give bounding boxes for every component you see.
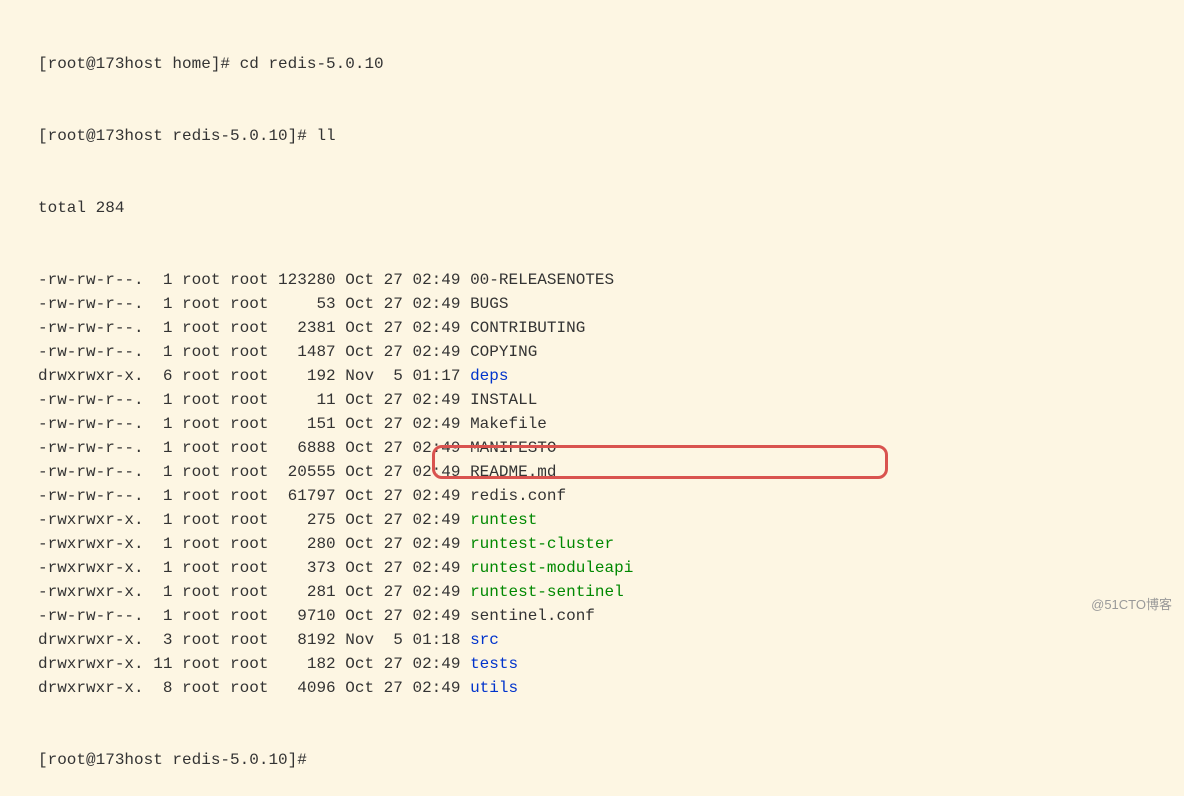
file-name: 00-RELEASENOTES: [470, 271, 614, 289]
file-name: runtest: [470, 511, 537, 529]
file-meta: drwxrwxr-x. 8 root root 4096 Oct 27 02:4…: [38, 679, 470, 697]
file-name: deps: [470, 367, 508, 385]
file-name: Makefile: [470, 415, 547, 433]
file-meta: -rw-rw-r--. 1 root root 53 Oct 27 02:49: [38, 295, 470, 313]
prompt-end: [root@173host redis-5.0.10]#: [38, 748, 1184, 772]
file-meta: -rw-rw-r--. 1 root root 151 Oct 27 02:49: [38, 415, 470, 433]
file-name: MANIFESTO: [470, 439, 556, 457]
file-row: -rw-rw-r--. 1 root root 6888 Oct 27 02:4…: [38, 436, 1184, 460]
file-row: drwxrwxr-x. 3 root root 8192 Nov 5 01:18…: [38, 628, 1184, 652]
file-name: COPYING: [470, 343, 537, 361]
file-name: BUGS: [470, 295, 508, 313]
terminal-output[interactable]: [root@173host home]# cd redis-5.0.10 [ro…: [0, 4, 1184, 796]
file-meta: -rw-rw-r--. 1 root root 61797 Oct 27 02:…: [38, 487, 470, 505]
file-name: utils: [470, 679, 518, 697]
prompt-cd: [root@173host home]# cd redis-5.0.10: [38, 52, 1184, 76]
file-meta: -rwxrwxr-x. 1 root root 280 Oct 27 02:49: [38, 535, 470, 553]
file-name: redis.conf: [470, 487, 566, 505]
file-meta: drwxrwxr-x. 6 root root 192 Nov 5 01:17: [38, 367, 470, 385]
file-row: drwxrwxr-x. 11 root root 182 Oct 27 02:4…: [38, 652, 1184, 676]
file-meta: -rwxrwxr-x. 1 root root 373 Oct 27 02:49: [38, 559, 470, 577]
file-name: runtest-moduleapi: [470, 559, 633, 577]
file-meta: -rwxrwxr-x. 1 root root 275 Oct 27 02:49: [38, 511, 470, 529]
file-meta: -rw-rw-r--. 1 root root 11 Oct 27 02:49: [38, 391, 470, 409]
prompt-ll: [root@173host redis-5.0.10]# ll: [38, 124, 1184, 148]
file-meta: -rwxrwxr-x. 1 root root 281 Oct 27 02:49: [38, 583, 470, 601]
file-row: drwxrwxr-x. 8 root root 4096 Oct 27 02:4…: [38, 676, 1184, 700]
file-meta: -rw-rw-r--. 1 root root 20555 Oct 27 02:…: [38, 463, 470, 481]
file-name: tests: [470, 655, 518, 673]
file-row: -rw-rw-r--. 1 root root 9710 Oct 27 02:4…: [38, 604, 1184, 628]
file-meta: drwxrwxr-x. 11 root root 182 Oct 27 02:4…: [38, 655, 470, 673]
file-name: CONTRIBUTING: [470, 319, 585, 337]
file-row: drwxrwxr-x. 6 root root 192 Nov 5 01:17 …: [38, 364, 1184, 388]
file-meta: -rw-rw-r--. 1 root root 2381 Oct 27 02:4…: [38, 319, 470, 337]
file-row: -rwxrwxr-x. 1 root root 281 Oct 27 02:49…: [38, 580, 1184, 604]
file-meta: -rw-rw-r--. 1 root root 123280 Oct 27 02…: [38, 271, 470, 289]
file-meta: drwxrwxr-x. 3 root root 8192 Nov 5 01:18: [38, 631, 470, 649]
file-row: -rwxrwxr-x. 1 root root 373 Oct 27 02:49…: [38, 556, 1184, 580]
file-name: INSTALL: [470, 391, 537, 409]
file-name: src: [470, 631, 499, 649]
file-row: -rw-rw-r--. 1 root root 2381 Oct 27 02:4…: [38, 316, 1184, 340]
file-row: -rw-rw-r--. 1 root root 61797 Oct 27 02:…: [38, 484, 1184, 508]
file-row: -rw-rw-r--. 1 root root 151 Oct 27 02:49…: [38, 412, 1184, 436]
file-name: runtest-cluster: [470, 535, 614, 553]
total-line: total 284: [38, 196, 1184, 220]
file-name: README.md: [470, 463, 556, 481]
watermark: @51CTO博客: [1091, 595, 1172, 615]
file-row: -rw-rw-r--. 1 root root 11 Oct 27 02:49 …: [38, 388, 1184, 412]
file-meta: -rw-rw-r--. 1 root root 9710 Oct 27 02:4…: [38, 607, 470, 625]
file-meta: -rw-rw-r--. 1 root root 1487 Oct 27 02:4…: [38, 343, 470, 361]
file-row: -rwxrwxr-x. 1 root root 275 Oct 27 02:49…: [38, 508, 1184, 532]
file-row: -rw-rw-r--. 1 root root 1487 Oct 27 02:4…: [38, 340, 1184, 364]
file-meta: -rw-rw-r--. 1 root root 6888 Oct 27 02:4…: [38, 439, 470, 457]
file-row: -rw-rw-r--. 1 root root 123280 Oct 27 02…: [38, 268, 1184, 292]
file-row: -rwxrwxr-x. 1 root root 280 Oct 27 02:49…: [38, 532, 1184, 556]
file-row: -rw-rw-r--. 1 root root 53 Oct 27 02:49 …: [38, 292, 1184, 316]
file-list: -rw-rw-r--. 1 root root 123280 Oct 27 02…: [38, 268, 1184, 700]
file-name: sentinel.conf: [470, 607, 595, 625]
file-name: runtest-sentinel: [470, 583, 624, 601]
file-row: -rw-rw-r--. 1 root root 20555 Oct 27 02:…: [38, 460, 1184, 484]
